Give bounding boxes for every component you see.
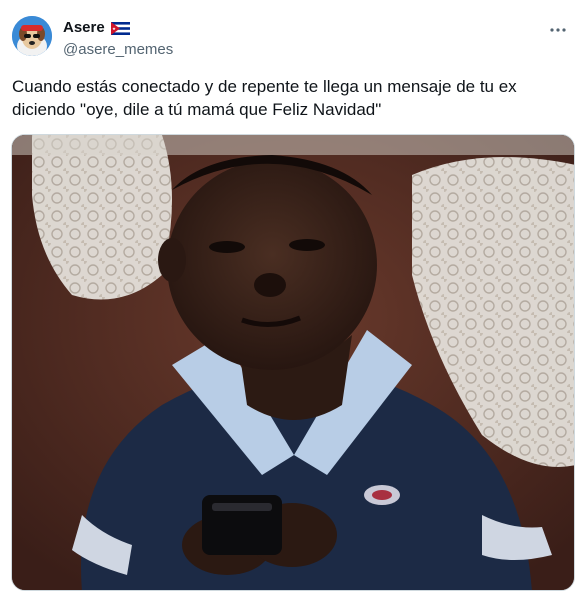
cartoon-dog-avatar-icon	[12, 16, 52, 56]
author-handle[interactable]: @asere_memes	[63, 41, 173, 59]
tweet-media-image[interactable]	[11, 134, 575, 591]
cuba-flag-icon	[110, 21, 130, 35]
author-display-name[interactable]: Asere	[63, 19, 105, 37]
tweet-text: Cuando estás conectado y de repente te l…	[12, 77, 522, 119]
author-avatar[interactable]	[12, 16, 52, 56]
more-options-icon[interactable]	[544, 16, 572, 44]
tweet-header: Asere @asere_memes	[12, 16, 576, 64]
meme-photo	[12, 135, 574, 590]
